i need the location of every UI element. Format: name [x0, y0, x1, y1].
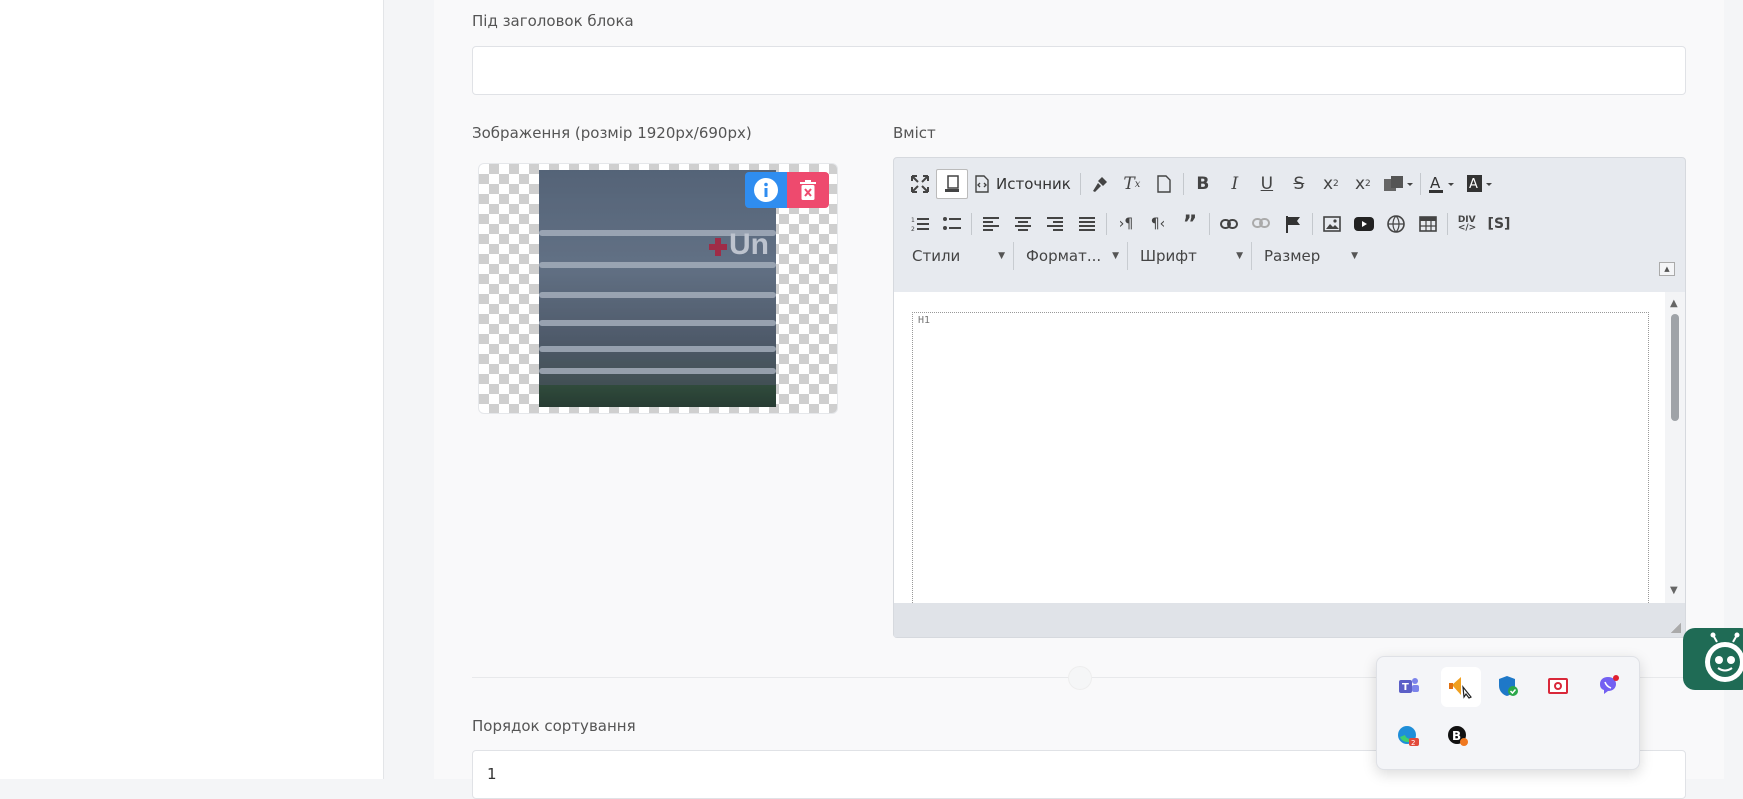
image-icon[interactable]: [1316, 209, 1348, 239]
source-label: Источник: [996, 175, 1071, 193]
collapse-toolbar-icon[interactable]: ▲: [1659, 262, 1675, 276]
viber-icon[interactable]: [1593, 671, 1623, 701]
svg-text:2: 2: [1411, 739, 1415, 747]
table-icon[interactable]: [1412, 209, 1444, 239]
remove-format-icon[interactable]: Tx: [1116, 169, 1148, 199]
screenshot-icon[interactable]: [1543, 671, 1573, 701]
tray-app-icon[interactable]: [1441, 667, 1481, 707]
image-delete-button[interactable]: [787, 172, 829, 208]
code-snippet-icon[interactable]: [S]: [1483, 209, 1515, 239]
rtl-icon[interactable]: ¶‹: [1142, 209, 1174, 239]
source-button[interactable]: Источник: [968, 169, 1077, 199]
chatbot-launcher[interactable]: [1683, 628, 1743, 690]
edge-icon[interactable]: 2: [1393, 721, 1423, 751]
bold-icon[interactable]: B: [1187, 169, 1219, 199]
svg-text:A: A: [1430, 174, 1441, 192]
subheading-input[interactable]: [472, 46, 1686, 95]
image-label: Зображення (розмір 1920px/690px): [472, 124, 752, 142]
image-dropzone[interactable]: Un: [478, 163, 838, 414]
size-label: Размер: [1264, 247, 1321, 265]
italic-icon[interactable]: I: [1219, 169, 1251, 199]
svg-text:1: 1: [911, 217, 915, 224]
unlink-icon[interactable]: [1245, 209, 1277, 239]
format-dropdown[interactable]: Формат... ▼: [1018, 242, 1128, 270]
trash-icon: [800, 180, 816, 200]
subheading-label: Під заголовок блока: [472, 12, 634, 30]
content-label: Вміст: [893, 124, 936, 142]
size-dropdown[interactable]: Размер ▼: [1256, 242, 1366, 270]
subscript-icon[interactable]: x2: [1315, 169, 1347, 199]
text-color-icon[interactable]: A: [1424, 169, 1462, 199]
styles-dropdown[interactable]: Стили ▼: [904, 242, 1014, 270]
sidebar: [0, 0, 384, 779]
styles-label: Стили: [912, 247, 961, 265]
show-blocks-icon[interactable]: [936, 169, 968, 199]
format-label: Формат...: [1026, 247, 1102, 265]
image-info-button[interactable]: [745, 172, 787, 208]
font-label: Шрифт: [1140, 247, 1197, 265]
link-icon[interactable]: [1213, 209, 1245, 239]
editor-toolbar-row-1: Источник Tx B I U S x2 x2 A A: [904, 168, 1500, 200]
resize-handle-icon[interactable]: [1671, 623, 1681, 633]
bulleted-list-icon[interactable]: [936, 209, 968, 239]
chevron-down-icon: ▼: [1351, 251, 1358, 261]
source-icon: [975, 175, 989, 193]
robot-icon: [1705, 632, 1743, 682]
block-tag-indicator: H1: [918, 315, 931, 326]
align-left-icon[interactable]: [975, 209, 1007, 239]
editor-statusbar: [894, 603, 1685, 637]
chevron-down-icon: ▼: [1112, 251, 1119, 261]
blockquote-icon[interactable]: ”: [1174, 209, 1206, 239]
div-icon[interactable]: DIV </>: [1451, 209, 1483, 239]
iframe-icon[interactable]: [1380, 209, 1412, 239]
align-center-icon[interactable]: [1007, 209, 1039, 239]
b-app-icon[interactable]: B: [1443, 721, 1473, 751]
svg-text:2: 2: [911, 226, 915, 232]
font-dropdown[interactable]: Шрифт ▼: [1132, 242, 1252, 270]
ltr-icon[interactable]: ›¶: [1110, 209, 1142, 239]
teams-icon[interactable]: T: [1393, 671, 1423, 701]
editor-body[interactable]: H1: [912, 312, 1649, 613]
svg-text:A: A: [1469, 177, 1478, 192]
svg-text:T: T: [1402, 682, 1409, 693]
anchor-icon[interactable]: [1277, 209, 1309, 239]
defender-icon[interactable]: [1493, 671, 1523, 701]
divider-dot: [1068, 666, 1092, 690]
justify-icon[interactable]: [1071, 209, 1103, 239]
chevron-down-icon: ▼: [1236, 251, 1243, 261]
editor-scrollbar[interactable]: ▲ ▼: [1665, 292, 1685, 603]
system-tray-popup: T 2 B: [1376, 656, 1640, 770]
rich-text-editor: Источник Tx B I U S x2 x2 A A 12 ›¶ ¶‹ ”: [893, 157, 1686, 638]
align-right-icon[interactable]: [1039, 209, 1071, 239]
editor-content-area[interactable]: H1 ▲ ▼: [894, 292, 1685, 613]
sort-order-label: Порядок сортування: [472, 717, 636, 735]
editor-toolbar-row-2: 12 ›¶ ¶‹ ” DIV </> [S]: [904, 208, 1515, 240]
youtube-icon[interactable]: [1348, 209, 1380, 239]
maximize-icon[interactable]: [904, 169, 936, 199]
templates-icon[interactable]: [1148, 169, 1180, 199]
strike-icon[interactable]: S: [1283, 169, 1315, 199]
scroll-down-icon[interactable]: ▼: [1670, 585, 1678, 596]
superscript-icon[interactable]: x2: [1347, 169, 1379, 199]
underline-icon[interactable]: U: [1251, 169, 1283, 199]
copy-format-icon[interactable]: [1084, 169, 1116, 199]
chevron-down-icon: ▼: [998, 251, 1005, 261]
bg-color-icon[interactable]: A: [1462, 169, 1500, 199]
numbered-list-icon[interactable]: 12: [904, 209, 936, 239]
scroll-up-icon[interactable]: ▲: [1670, 298, 1678, 309]
paste-options-icon[interactable]: [1379, 169, 1417, 199]
svg-text:B: B: [1452, 729, 1461, 743]
scrollbar-thumb[interactable]: [1671, 314, 1679, 421]
info-icon: [754, 178, 778, 202]
